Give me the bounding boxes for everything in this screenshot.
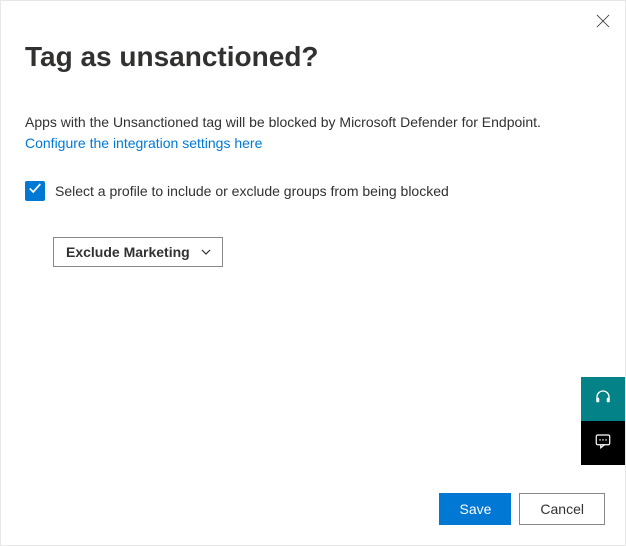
feedback-widget[interactable] <box>581 421 625 465</box>
dialog-content: Tag as unsanctioned? Apps with the Unsan… <box>1 1 625 545</box>
chevron-down-icon <box>200 246 212 258</box>
profile-dropdown[interactable]: Exclude Marketing <box>53 237 223 267</box>
checkmark-icon <box>28 181 42 200</box>
headset-icon <box>594 388 612 411</box>
help-widget[interactable] <box>581 377 625 421</box>
cancel-button[interactable]: Cancel <box>519 493 605 525</box>
profile-checkbox-row: Select a profile to include or exclude g… <box>25 181 601 201</box>
dropdown-selected-value: Exclude Marketing <box>66 244 190 260</box>
save-button[interactable]: Save <box>439 493 511 525</box>
dialog-description: Apps with the Unsanctioned tag will be b… <box>25 113 601 133</box>
profile-checkbox[interactable] <box>25 181 45 201</box>
chat-icon <box>594 432 612 455</box>
dialog-footer: Save Cancel <box>439 493 605 525</box>
profile-checkbox-label: Select a profile to include or exclude g… <box>55 183 449 199</box>
dialog-title: Tag as unsanctioned? <box>25 41 601 73</box>
configure-integration-link[interactable]: Configure the integration settings here <box>25 135 262 151</box>
side-widgets <box>581 377 625 465</box>
